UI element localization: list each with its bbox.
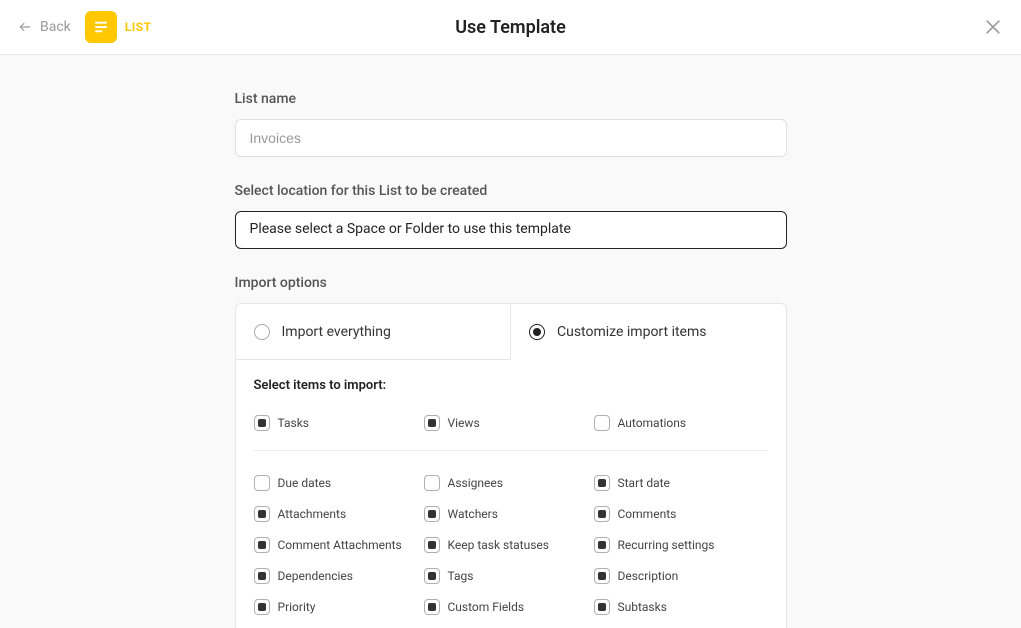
import-item-checkbox[interactable]: Due dates xyxy=(254,467,424,498)
radio-icon xyxy=(529,324,545,340)
import-item-checkbox[interactable]: Recurring settings xyxy=(594,529,764,560)
import-item-checkbox[interactable]: Keep task statuses xyxy=(424,529,594,560)
checkbox-icon xyxy=(594,537,610,553)
checkbox-icon xyxy=(254,568,270,584)
import-item-label: Recurring settings xyxy=(618,538,715,552)
import-item-checkbox[interactable]: Dependencies xyxy=(254,560,424,591)
list-type-label: LIST xyxy=(125,20,152,34)
import-options-card: Import everything Customize import items… xyxy=(235,303,787,628)
import-item-checkbox[interactable]: Checklists xyxy=(254,622,424,628)
import-item-label: Tasks xyxy=(278,416,310,430)
import-item-label: Subtasks xyxy=(618,600,667,614)
import-item-checkbox[interactable]: Attachments xyxy=(254,498,424,529)
import-item-checkbox[interactable]: Priority xyxy=(254,591,424,622)
import-item-checkbox[interactable]: Comments xyxy=(594,498,764,529)
import-item-label: Priority xyxy=(278,600,316,614)
import-item-label: Due dates xyxy=(278,476,332,490)
list-name-label: List name xyxy=(235,91,787,107)
list-type-badge xyxy=(85,11,117,43)
checkbox-icon xyxy=(424,506,440,522)
location-label: Select location for this List to be crea… xyxy=(235,183,787,199)
import-item-label: Attachments xyxy=(278,507,347,521)
primary-items-grid: Tasks Views Automations xyxy=(254,407,768,438)
select-items-area: Select items to import: Tasks Views Automa… xyxy=(236,360,786,628)
header-bar: Back LIST Use Template xyxy=(0,0,1021,55)
import-item-checkbox[interactable]: Custom Fields xyxy=(424,591,594,622)
arrow-left-icon xyxy=(18,20,32,34)
checkbox-icon xyxy=(594,475,610,491)
back-label: Back xyxy=(40,19,71,35)
import-item-checkbox[interactable]: Comment Attachments xyxy=(254,529,424,560)
checkbox-icon xyxy=(254,506,270,522)
list-name-input[interactable] xyxy=(235,119,787,157)
import-item-checkbox[interactable]: Assignees xyxy=(424,467,594,498)
import-item-label: Automations xyxy=(618,416,687,430)
location-selector[interactable]: Please select a Space or Folder to use t… xyxy=(235,211,787,249)
import-item-label: Comment Attachments xyxy=(278,538,402,552)
close-button[interactable] xyxy=(983,17,1003,37)
checkbox-icon xyxy=(424,568,440,584)
import-item-label: Custom Fields xyxy=(448,600,525,614)
checkbox-icon xyxy=(594,599,610,615)
checkbox-icon xyxy=(424,415,440,431)
import-mode-row: Import everything Customize import items xyxy=(236,304,786,360)
import-item-checkbox[interactable]: Views xyxy=(424,407,594,438)
customize-import-label: Customize import items xyxy=(557,324,706,340)
import-item-label: Description xyxy=(618,569,679,583)
customize-import-option[interactable]: Customize import items xyxy=(511,304,786,360)
import-item-checkbox[interactable]: Start date xyxy=(594,467,764,498)
items-divider xyxy=(254,450,768,451)
import-item-label: Start date xyxy=(618,476,670,490)
import-item-label: Assignees xyxy=(448,476,503,490)
import-options-label: Import options xyxy=(235,275,787,291)
checkbox-icon xyxy=(254,537,270,553)
radio-icon xyxy=(254,324,270,340)
checkbox-icon xyxy=(424,599,440,615)
checkbox-icon xyxy=(424,475,440,491)
import-item-checkbox[interactable]: Tags xyxy=(424,560,594,591)
location-placeholder: Please select a Space or Folder to use t… xyxy=(250,221,571,237)
import-item-checkbox[interactable]: Description xyxy=(594,560,764,591)
checkbox-icon xyxy=(594,568,610,584)
import-everything-label: Import everything xyxy=(282,324,391,340)
import-item-label: Keep task statuses xyxy=(448,538,549,552)
import-item-checkbox[interactable]: Subtasks xyxy=(594,591,764,622)
import-item-label: Views xyxy=(448,416,480,430)
import-item-checkbox[interactable]: Automations xyxy=(594,407,764,438)
import-item-checkbox[interactable]: Watchers xyxy=(424,498,594,529)
checkbox-icon xyxy=(424,537,440,553)
checkbox-icon xyxy=(254,475,270,491)
checkbox-icon xyxy=(254,599,270,615)
back-button[interactable]: Back xyxy=(18,19,71,35)
import-item-label: Watchers xyxy=(448,507,498,521)
import-item-label: Tags xyxy=(448,569,474,583)
select-items-title: Select items to import: xyxy=(254,378,768,393)
import-item-checkbox[interactable]: Tasks xyxy=(254,407,424,438)
import-everything-option[interactable]: Import everything xyxy=(236,304,512,360)
checkbox-icon xyxy=(594,506,610,522)
form-container: List name Select location for this List … xyxy=(235,55,787,628)
modal-title: Use Template xyxy=(455,17,566,38)
checkbox-icon xyxy=(594,415,610,431)
checkbox-icon xyxy=(254,415,270,431)
import-item-label: Dependencies xyxy=(278,569,353,583)
import-item-label: Comments xyxy=(618,507,677,521)
content-scroll[interactable]: List name Select location for this List … xyxy=(0,55,1021,628)
secondary-items-grid: Due dates Assignees Start date Attachments W… xyxy=(254,467,768,628)
